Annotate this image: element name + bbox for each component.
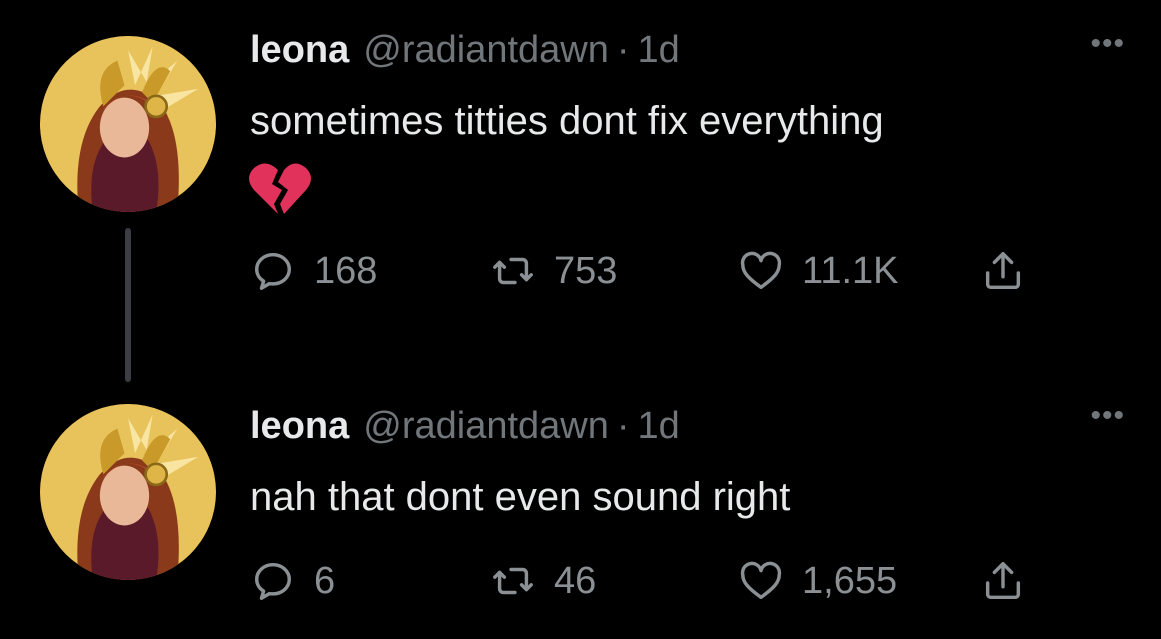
reply-icon (254, 252, 292, 290)
broken-heart-icon (248, 160, 312, 216)
share-button[interactable] (980, 246, 1026, 296)
reply-count: 6 (314, 559, 336, 602)
share-button[interactable] (980, 556, 1026, 606)
avatar-image (40, 404, 216, 580)
tweet-header: leona @radiantdawn · 1d (250, 28, 680, 72)
tweet[interactable]: leona @radiantdawn · 1d ••• nah that don… (0, 380, 1161, 639)
timestamp[interactable]: 1d (638, 28, 680, 72)
reply-count: 168 (314, 249, 378, 292)
like-button[interactable]: 1,655 (738, 556, 897, 606)
display-name[interactable]: leona (250, 28, 349, 72)
timestamp[interactable]: 1d (638, 404, 680, 448)
tweet-text: nah that dont even sound right (250, 475, 791, 519)
retweet-button[interactable]: 46 (490, 556, 596, 606)
username-handle[interactable]: @radiantdawn (363, 28, 609, 72)
separator-dot: · (616, 405, 630, 447)
tweet-text: sometimes titties dont fix everything (250, 99, 884, 143)
separator-dot: · (616, 29, 630, 71)
username-handle[interactable]: @radiantdawn (363, 404, 609, 448)
reply-button[interactable]: 168 (250, 246, 377, 296)
retweet-count: 46 (554, 559, 597, 602)
more-options-icon[interactable]: ••• (1090, 401, 1125, 431)
avatar[interactable] (40, 404, 216, 580)
share-icon (985, 562, 1021, 600)
reply-icon (254, 562, 292, 600)
thread-connector-line (125, 228, 131, 382)
like-count: 1,655 (802, 559, 898, 602)
avatar[interactable] (40, 36, 216, 212)
share-icon (985, 252, 1021, 290)
retweet-icon (493, 257, 533, 285)
tweet-header: leona @radiantdawn · 1d (250, 404, 680, 448)
more-options-icon[interactable]: ••• (1090, 29, 1125, 59)
heart-icon (740, 251, 782, 290)
retweet-icon (493, 567, 533, 595)
tweet[interactable]: leona @radiantdawn · 1d ••• sometimes ti… (0, 0, 1161, 382)
avatar-image (40, 36, 216, 212)
reply-button[interactable]: 6 (250, 556, 335, 606)
like-count: 11.1K (802, 249, 899, 292)
heart-icon (740, 561, 782, 600)
retweet-button[interactable]: 753 (490, 246, 617, 296)
retweet-count: 753 (554, 249, 618, 292)
display-name[interactable]: leona (250, 404, 349, 448)
like-button[interactable]: 11.1K (738, 246, 898, 296)
